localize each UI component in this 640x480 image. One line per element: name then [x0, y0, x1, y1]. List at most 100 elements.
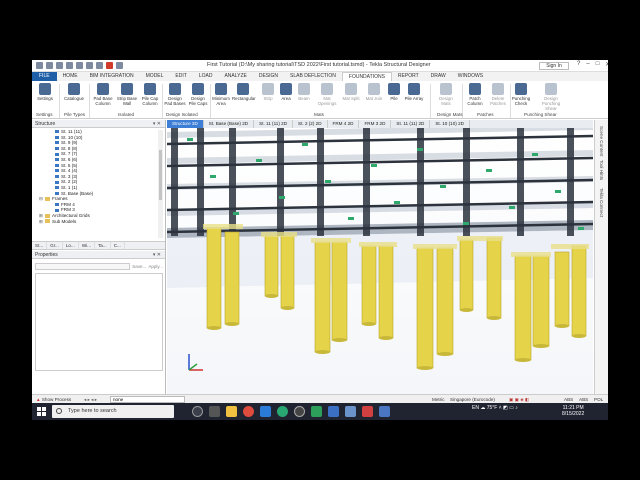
stop-icon[interactable] — [106, 62, 113, 69]
weather-label[interactable]: 75°F — [487, 405, 498, 411]
mat-openings-button[interactable]: Mat Openings — [316, 83, 338, 106]
tab-design[interactable]: DESIGN — [253, 72, 284, 81]
view-tab[interactable]: St. 2 (2) 2D — [293, 120, 328, 128]
status-arrows[interactable]: ◂ ▸ ◂ ▸ — [84, 396, 97, 403]
redo-icon[interactable] — [86, 62, 93, 69]
minimum-area-button[interactable]: Minimum Area — [210, 83, 232, 106]
design-code-label[interactable]: Singapore (Eurocode) — [450, 396, 495, 403]
viewport-3d[interactable] — [167, 128, 593, 394]
tab-groups[interactable]: Gr... — [47, 242, 63, 249]
view-tab[interactable]: St. 10 (10) 2D — [430, 120, 470, 128]
tab-slab-deflection[interactable]: SLAB DEFLECTION — [284, 72, 342, 81]
taskbar-search[interactable]: Type here to search — [52, 405, 174, 418]
open-icon[interactable] — [56, 62, 63, 69]
tekla-icon[interactable] — [328, 406, 339, 417]
minimize-button[interactable]: – — [586, 61, 589, 68]
view-tab[interactable]: Structure 3D — [167, 120, 204, 128]
tab-wizards[interactable]: Wi... — [79, 242, 95, 249]
abs-flag-1[interactable]: ABS — [564, 396, 573, 403]
customize-icon[interactable] — [116, 62, 123, 69]
pile-cap-column-button[interactable]: Pile Cap Column — [139, 83, 161, 106]
word-icon[interactable] — [379, 406, 390, 417]
tab-tekla-connect[interactable]: Tekla Connect — [599, 188, 604, 217]
tab-foundations[interactable]: FOUNDATIONS — [341, 72, 392, 81]
tab-tool-hints[interactable]: Tool Hints — [599, 160, 604, 180]
strip-base-wall-button[interactable]: Strip Base Wall — [116, 83, 138, 106]
mat-join-button[interactable]: Mat Join — [363, 83, 385, 101]
task-view-icon[interactable] — [209, 406, 220, 417]
properties-close-icon[interactable]: ▾ ✕ — [153, 251, 161, 259]
print-icon[interactable] — [96, 62, 103, 69]
mail-icon[interactable] — [260, 406, 271, 417]
tab-connections[interactable]: C... — [111, 242, 125, 249]
help-icon[interactable]: ? — [577, 61, 580, 68]
tab-edit[interactable]: EDIT — [169, 72, 192, 81]
properties-select[interactable] — [35, 263, 131, 270]
design-pad-bases-button[interactable]: Design Pad Bases — [164, 83, 186, 106]
start-button[interactable] — [37, 407, 46, 416]
tab-tables[interactable]: Ta... — [95, 242, 111, 249]
settings-button[interactable]: Settings — [34, 83, 56, 101]
new-icon[interactable] — [46, 62, 53, 69]
rectangular-button[interactable]: Rectangular — [232, 83, 256, 101]
catalogue-button[interactable]: Catalogue — [63, 83, 85, 101]
tab-report[interactable]: REPORT — [392, 72, 425, 81]
delete-patches-button[interactable]: Delete Patches — [487, 83, 509, 106]
tree-scrollbar[interactable] — [158, 130, 163, 238]
undo-icon[interactable] — [76, 62, 83, 69]
language-indicator[interactable]: EN — [472, 405, 479, 411]
mat-split-button[interactable]: Mat Split — [340, 83, 362, 101]
view-tab[interactable]: FRM 3 2D — [359, 120, 392, 128]
maximize-button[interactable]: □ — [596, 61, 600, 68]
tree-item[interactable]: ⊞ Sub Models — [32, 219, 165, 225]
apply-button[interactable]: Apply... — [148, 263, 163, 271]
panel-pin-close-icon[interactable]: ▾ ✕ — [153, 120, 161, 128]
tray-arrow-icon[interactable]: ˄ ◩ ▭ ♪ — [499, 405, 518, 411]
tab-load[interactable]: LOAD — [193, 72, 219, 81]
view-tab[interactable]: St. Base (Base) 2D — [204, 120, 255, 128]
design-punching-shear-button[interactable]: Design Punching Shear — [537, 83, 565, 111]
file-explorer-icon[interactable] — [226, 406, 237, 417]
save-icon[interactable] — [66, 62, 73, 69]
abs-flag-2[interactable]: ABS — [579, 396, 588, 403]
tab-scene-content[interactable]: Scene Content — [599, 126, 604, 156]
app-green-icon[interactable] — [311, 406, 322, 417]
view-tab[interactable]: St. 11 (11) 2D — [391, 120, 431, 128]
tab-analyze[interactable]: ANALYZE — [218, 72, 252, 81]
tab-model[interactable]: MODEL — [140, 72, 170, 81]
chrome-icon[interactable] — [243, 406, 254, 417]
tab-draw[interactable]: DRAW — [425, 72, 452, 81]
tab-home[interactable]: HOME — [57, 72, 84, 81]
view-tab[interactable]: FRM 4 2D — [328, 120, 360, 128]
pile-button[interactable]: Pile — [383, 83, 405, 101]
edge-icon[interactable] — [277, 406, 288, 417]
tree-scrollbar-thumb[interactable] — [159, 150, 162, 200]
tab-file[interactable]: FILE — [32, 72, 57, 81]
view-tab[interactable]: St. 11 (11) 2D — [254, 120, 294, 128]
tab-loading[interactable]: Lo... — [63, 242, 79, 249]
cortana-icon[interactable] — [192, 406, 203, 417]
beam-button[interactable]: Beam — [293, 83, 315, 101]
show-process-toggle[interactable]: ▲ Show Process — [36, 396, 71, 403]
status-none-field[interactable]: none — [110, 396, 185, 403]
tab-windows[interactable]: WINDOWS — [452, 72, 489, 81]
photos-icon[interactable] — [345, 406, 356, 417]
design-mats-button[interactable]: Design Mats — [435, 83, 457, 106]
close-button[interactable]: ✕ — [605, 61, 608, 68]
units-label[interactable]: Metric — [432, 396, 445, 403]
clock[interactable]: 11:21 PM 8/15/2022 — [562, 405, 584, 417]
tab-structure[interactable]: St... — [32, 242, 48, 249]
app-red-icon[interactable] — [362, 406, 373, 417]
app-circle-icon[interactable] — [294, 406, 305, 417]
pile-array-button[interactable]: Pile Array — [403, 83, 425, 101]
snap-icons[interactable]: ▣ ▣ ◈ ◧ — [509, 396, 529, 403]
punching-check-button[interactable]: Punching Check — [510, 83, 532, 106]
tab-bim-integration[interactable]: BIM INTEGRATION — [84, 72, 140, 81]
save-button[interactable]: Save... — [132, 263, 146, 271]
area-icon — [280, 83, 292, 95]
pol-flag[interactable]: POL — [594, 396, 603, 403]
pad-base-column-button[interactable]: Pad Base Column — [92, 83, 114, 106]
patch-column-button[interactable]: Patch Column — [464, 83, 486, 106]
sign-in-button[interactable]: Sign In — [539, 62, 569, 70]
design-pile-caps-button[interactable]: Design Pile Caps — [187, 83, 209, 106]
